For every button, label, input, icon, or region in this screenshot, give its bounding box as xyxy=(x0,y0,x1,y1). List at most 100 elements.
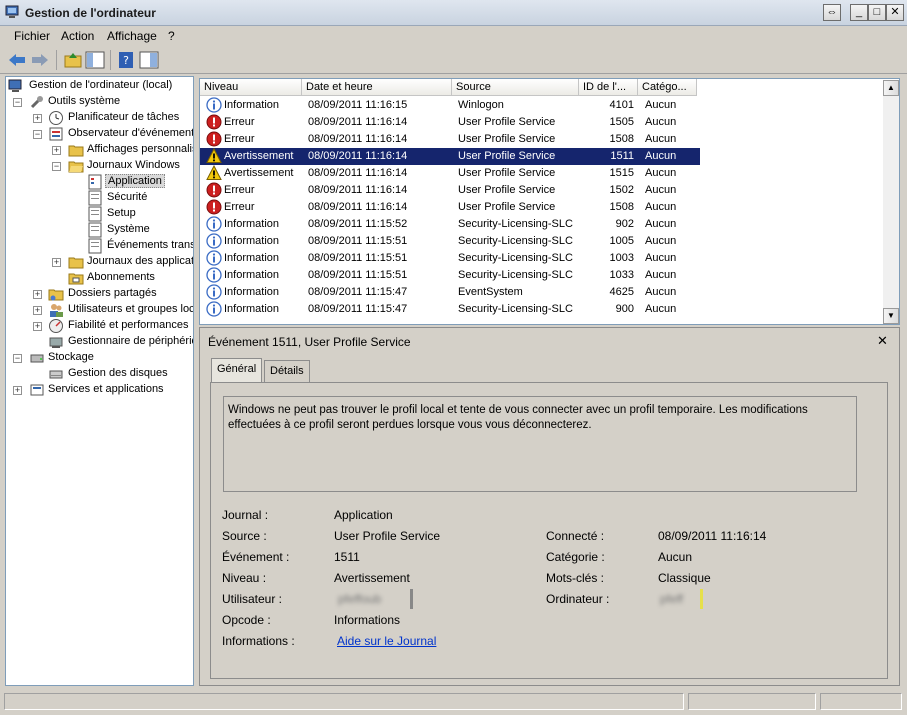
close-icon[interactable]: ✕ xyxy=(877,333,888,349)
column-header-category[interactable]: Catégo... xyxy=(638,79,697,96)
tree-label-selected: Application xyxy=(105,174,165,188)
expand-toggle-icon[interactable]: + xyxy=(52,146,61,155)
tree-label: Journaux Windows xyxy=(87,159,180,171)
cell-category: Aucun xyxy=(645,184,677,196)
table-row[interactable]: Information 08/09/2011 11:15:52 Security-L… xyxy=(200,216,700,233)
table-row[interactable]: Information 08/09/2011 11:16:15 Winlogon 41… xyxy=(200,97,700,114)
event-list-scrollbar[interactable]: ▲ ▼ xyxy=(883,80,899,324)
menu-help[interactable]: ? xyxy=(168,29,175,43)
value-user-redacted: pfeffoub xyxy=(338,592,382,606)
table-row[interactable]: Information 08/09/2011 11:15:47 EventSyste… xyxy=(200,284,700,301)
tree-item-system[interactable]: Système xyxy=(8,222,193,238)
forward-arrow-icon[interactable] xyxy=(30,51,50,69)
expand-toggle-icon[interactable]: + xyxy=(33,290,42,299)
scroll-up-icon[interactable]: ▲ xyxy=(883,80,899,96)
value-category: Aucun xyxy=(658,550,693,564)
column-header-level[interactable]: Niveau xyxy=(200,79,302,96)
column-header-source[interactable]: Source xyxy=(452,79,579,96)
minimize-button[interactable]: _ xyxy=(850,4,868,21)
table-row[interactable]: Erreur 08/09/2011 11:16:14 User Profile Se… xyxy=(200,182,700,199)
collapse-toggle-icon[interactable]: − xyxy=(52,162,61,171)
tree-item-reliability[interactable]: + Fiabilité et performances xyxy=(8,318,193,334)
expand-toggle-icon[interactable]: + xyxy=(33,322,42,331)
tree-item-event-viewer[interactable]: − Observateur d'événements xyxy=(8,126,193,142)
cell-datetime: 08/09/2011 11:16:14 xyxy=(308,116,408,128)
collapse-toggle-icon[interactable]: − xyxy=(13,98,22,107)
tree-item-forwarded-events[interactable]: Événements transférés xyxy=(8,238,193,254)
menu-file[interactable]: Fichier xyxy=(14,29,50,43)
maximize-button[interactable]: □ xyxy=(868,4,886,21)
tree-item-root[interactable]: Gestion de l'ordinateur (local) xyxy=(8,78,193,94)
event-message[interactable]: Windows ne peut pas trouver le profil lo… xyxy=(223,396,857,492)
expand-toggle-icon[interactable]: + xyxy=(33,306,42,315)
tree-item-local-users[interactable]: + Utilisateurs et groupes locaux xyxy=(8,302,193,318)
log-icon xyxy=(88,174,102,190)
table-row[interactable]: Erreur 08/09/2011 11:16:14 User Profile Se… xyxy=(200,114,700,131)
cell-category: Aucun xyxy=(645,252,677,264)
status-pane-2 xyxy=(688,693,816,710)
help-link[interactable]: Aide sur le Journal xyxy=(337,634,436,648)
table-row[interactable]: Information 08/09/2011 11:15:51 Security-L… xyxy=(200,250,700,267)
scroll-down-icon[interactable]: ▼ xyxy=(883,308,899,324)
performance-icon xyxy=(49,319,63,333)
status-pane-3 xyxy=(820,693,902,710)
table-row[interactable]: Information 08/09/2011 11:15:47 Security-L… xyxy=(200,301,700,318)
tree-item-subscriptions[interactable]: Abonnements xyxy=(8,270,193,286)
up-folder-icon[interactable] xyxy=(63,51,83,69)
tree-label: Services et applications xyxy=(48,383,164,395)
tree-item-disk-management[interactable]: Gestion des disques xyxy=(8,366,193,382)
collapse-toggle-icon[interactable]: − xyxy=(33,130,42,139)
tree-item-setup[interactable]: Setup xyxy=(8,206,193,222)
cell-datetime: 08/09/2011 11:16:14 xyxy=(308,167,408,179)
restore-window-button[interactable]: ⇔ xyxy=(823,4,841,21)
show-hide-tree-icon[interactable] xyxy=(85,51,105,69)
expand-toggle-icon[interactable]: + xyxy=(13,386,22,395)
tree-item-app-service-logs[interactable]: + Journaux des applications et des servi… xyxy=(8,254,193,270)
table-row[interactable]: Erreur 08/09/2011 11:16:14 User Profile Se… xyxy=(200,131,700,148)
folder-open-icon xyxy=(68,161,84,173)
table-row[interactable]: Avertissement 08/09/2011 11:16:14 User Pro… xyxy=(200,165,700,182)
cell-level: Information xyxy=(224,218,280,230)
collapse-toggle-icon[interactable]: − xyxy=(13,354,22,363)
tree-item-custom-views[interactable]: + Affichages personnalisés xyxy=(8,142,193,158)
tree-item-services-apps[interactable]: + Services et applications xyxy=(8,382,193,398)
tree-item-device-manager[interactable]: Gestionnaire de périphériques xyxy=(8,334,193,350)
toolbar-separator xyxy=(56,50,57,70)
device-manager-icon xyxy=(49,337,63,348)
menu-view[interactable]: Affichage xyxy=(107,29,157,43)
disk-icon xyxy=(49,370,63,379)
column-header-datetime[interactable]: Date et heure xyxy=(302,79,452,96)
table-row-selected[interactable]: Avertissement 08/09/2011 11:16:14 User Pro… xyxy=(200,148,700,165)
cell-category: Aucun xyxy=(645,99,677,111)
table-row[interactable]: Erreur 08/09/2011 11:16:14 User Profile Se… xyxy=(200,199,700,216)
event-list: Niveau Date et heure Source ID de l'... … xyxy=(199,78,900,325)
tree-item-system-tools[interactable]: − Outils système xyxy=(8,94,193,110)
column-header-event-id[interactable]: ID de l'... xyxy=(579,79,638,96)
cell-source: Security-Licensing-SLC xyxy=(458,269,573,281)
redaction-bar xyxy=(410,589,413,609)
tree-item-storage[interactable]: − Stockage xyxy=(8,350,193,366)
tree-item-security[interactable]: Sécurité xyxy=(8,190,193,206)
tab-general[interactable]: Général xyxy=(211,358,263,383)
action-pane-icon[interactable] xyxy=(139,51,159,69)
cell-event-id: 1505 xyxy=(609,116,634,128)
tree-label: Événements transférés xyxy=(107,239,194,251)
svg-text:?: ? xyxy=(123,54,129,67)
tree-item-application[interactable]: Application xyxy=(8,174,193,190)
tree-item-task-scheduler[interactable]: + Planificateur de tâches xyxy=(8,110,193,126)
back-arrow-icon[interactable] xyxy=(7,51,27,69)
tree-item-shared-folders[interactable]: + Dossiers partagés xyxy=(8,286,193,302)
tree-item-windows-logs[interactable]: − Journaux Windows xyxy=(8,158,193,174)
services-icon xyxy=(30,384,44,396)
label-level: Niveau : xyxy=(222,571,267,585)
expand-toggle-icon[interactable]: + xyxy=(33,114,42,123)
cell-datetime: 08/09/2011 11:15:47 xyxy=(308,303,408,315)
table-row[interactable]: Information 08/09/2011 11:15:51 Security-L… xyxy=(200,233,700,250)
close-button[interactable]: ✕ xyxy=(886,4,904,21)
menu-action[interactable]: Action xyxy=(61,29,94,43)
table-row[interactable]: Information 08/09/2011 11:15:51 Security-L… xyxy=(200,267,700,284)
help-book-icon[interactable]: ? xyxy=(116,51,136,69)
expand-toggle-icon[interactable]: + xyxy=(52,258,61,267)
toolbar xyxy=(0,46,907,74)
tab-details[interactable]: Détails xyxy=(264,360,310,382)
